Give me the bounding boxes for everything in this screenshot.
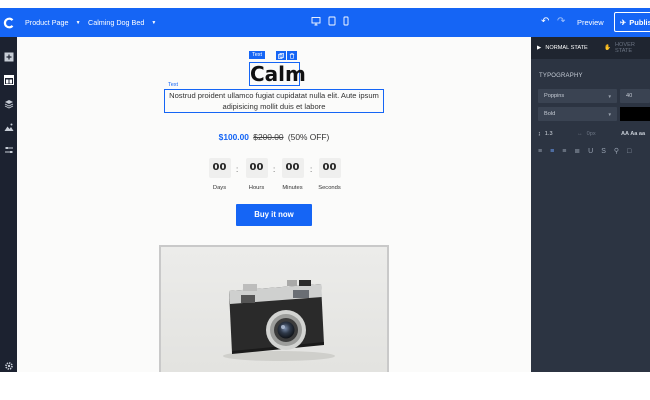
letter-spacing-value: 0px xyxy=(586,131,596,137)
page-selector-label: Product Page xyxy=(25,18,69,27)
desktop-view-icon[interactable] xyxy=(311,16,321,26)
tablet-view-icon[interactable] xyxy=(327,16,337,26)
redo-icon[interactable]: ↷ xyxy=(557,16,565,27)
undo-icon[interactable]: ↶ xyxy=(541,16,549,27)
font-size-value: 40 xyxy=(626,93,633,99)
caret-down-icon: ▼ xyxy=(607,93,612,99)
product-selector[interactable]: Calming Dog Bed ▼ xyxy=(88,18,156,27)
countdown-value: 00 xyxy=(208,158,231,178)
countdown-label: Hours xyxy=(248,185,265,191)
align-justify-icon[interactable]: ≣ xyxy=(574,147,580,155)
font-family-select[interactable]: Poppins ▼ xyxy=(538,89,617,103)
layout-icon[interactable] xyxy=(3,74,14,85)
line-height-value: 1.3 xyxy=(544,131,553,137)
line-height-control[interactable]: ↨ 1.3 xyxy=(538,128,553,140)
heading-element-tag[interactable]: Text xyxy=(249,51,266,59)
link-icon[interactable]: ⚲ xyxy=(614,147,619,155)
preview-button[interactable]: Preview xyxy=(577,18,604,27)
page-canvas: Text Calm Text Nostrud proident ullamco … xyxy=(17,37,531,380)
tab-normal-state-label: NORMAL STATE xyxy=(545,45,588,51)
camera-photo xyxy=(161,247,387,378)
text-color-swatch[interactable] xyxy=(620,107,650,121)
product-description[interactable]: Nostrud proident ullamco fugiat cupidata… xyxy=(164,89,384,113)
countdown-separator: : xyxy=(310,165,313,174)
add-element-icon[interactable] xyxy=(3,51,14,62)
app-logo-icon[interactable] xyxy=(0,8,17,37)
countdown-label: Seconds xyxy=(318,185,341,191)
delete-icon[interactable] xyxy=(287,51,297,60)
font-weight-select[interactable]: Bold ▼ xyxy=(538,107,617,121)
buy-now-button[interactable]: Buy it now xyxy=(236,204,312,226)
tab-hover-state[interactable]: ✋ HOVER STATE xyxy=(604,37,650,59)
settings-sliders-icon[interactable] xyxy=(3,144,14,155)
hand-icon: ✋ xyxy=(604,45,611,51)
product-image[interactable] xyxy=(159,245,389,380)
letter-spacing-control[interactable]: ↔ 0px xyxy=(577,128,596,140)
editor-app: Product Page ▼ Calming Dog Bed ▼ ↶ ↷ Pre… xyxy=(0,8,650,380)
state-tabs: ▶ NORMAL STATE ✋ HOVER STATE xyxy=(531,37,650,59)
countdown-value: 00 xyxy=(245,158,268,178)
countdown-value: 00 xyxy=(281,158,304,178)
text-case-options[interactable]: AA Aa aa xyxy=(621,128,645,140)
product-heading[interactable]: Calm xyxy=(249,62,306,86)
align-right-icon[interactable]: ≡ xyxy=(562,148,566,155)
countdown-seconds: 00 Seconds xyxy=(317,158,342,191)
discount-label: (50% OFF) xyxy=(287,132,330,142)
layers-icon[interactable] xyxy=(3,98,14,109)
sale-price: $100.00 xyxy=(218,132,249,142)
font-weight-value: Bold xyxy=(544,111,556,117)
text-format-toolbar: ≡ ≡ ≡ ≣ U S ⚲ □ xyxy=(538,147,631,156)
align-left-icon[interactable]: ≡ xyxy=(538,148,542,155)
countdown-days: 00 Days xyxy=(207,158,232,191)
countdown-hours: 00 Hours xyxy=(244,158,269,191)
align-center-icon[interactable]: ≡ xyxy=(550,148,554,155)
paragraph-element-tag: Text xyxy=(168,82,179,88)
line-height-icon: ↨ xyxy=(538,131,541,137)
clear-format-icon[interactable]: □ xyxy=(627,148,631,155)
style-panel: ▶ NORMAL STATE ✋ HOVER STATE TYPOGRAPHY … xyxy=(531,37,650,380)
countdown-value: 00 xyxy=(318,158,341,178)
countdown-separator: : xyxy=(273,165,276,174)
bottom-margin xyxy=(0,372,650,400)
left-sidebar xyxy=(0,37,17,380)
tab-hover-state-label: HOVER STATE xyxy=(614,42,635,54)
page-selector[interactable]: Product Page ▼ xyxy=(25,18,81,27)
duplicate-icon[interactable] xyxy=(276,51,286,60)
top-bar: Product Page ▼ Calming Dog Bed ▼ ↶ ↷ Pre… xyxy=(0,8,650,37)
countdown-separator: : xyxy=(236,165,239,174)
compare-price: $200.00 xyxy=(253,132,284,142)
countdown-minutes: 00 Minutes xyxy=(280,158,305,191)
font-family-value: Poppins xyxy=(544,93,565,99)
underline-icon[interactable]: U xyxy=(588,148,593,155)
media-icon[interactable] xyxy=(3,121,14,132)
countdown-label: Minutes xyxy=(282,185,303,191)
text-case-label: AA Aa aa xyxy=(621,131,646,137)
strikethrough-icon[interactable]: S xyxy=(601,148,606,155)
countdown-label: Days xyxy=(212,185,227,191)
typography-section-title: TYPOGRAPHY xyxy=(539,73,583,79)
publish-button[interactable]: ✈ Publis xyxy=(614,12,650,32)
tab-normal-state[interactable]: ▶ NORMAL STATE xyxy=(537,37,588,59)
product-selector-label: Calming Dog Bed xyxy=(88,18,145,27)
cursor-icon: ▶ xyxy=(537,45,542,51)
caret-down-icon: ▼ xyxy=(75,19,81,26)
caret-down-icon: ▼ xyxy=(607,111,612,117)
letter-spacing-icon: ↔ xyxy=(577,131,583,137)
caret-down-icon: ▼ xyxy=(151,19,157,26)
rocket-icon: ✈ xyxy=(620,17,627,27)
price-row: $100.00 $200.00 (50% OFF) xyxy=(17,132,531,142)
publish-label: Publis xyxy=(629,17,650,27)
font-size-input[interactable]: 40 xyxy=(620,89,650,103)
gear-icon[interactable] xyxy=(3,360,14,371)
mobile-view-icon[interactable] xyxy=(341,16,351,26)
